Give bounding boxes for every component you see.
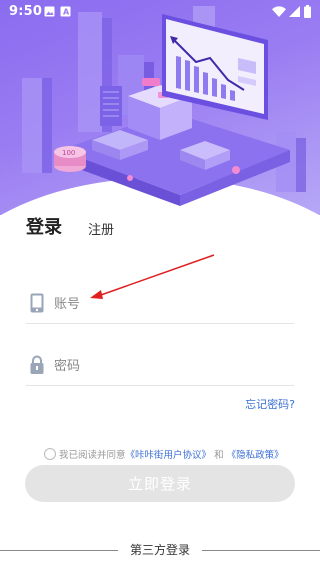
annotation-arrow-icon: [90, 254, 215, 299]
